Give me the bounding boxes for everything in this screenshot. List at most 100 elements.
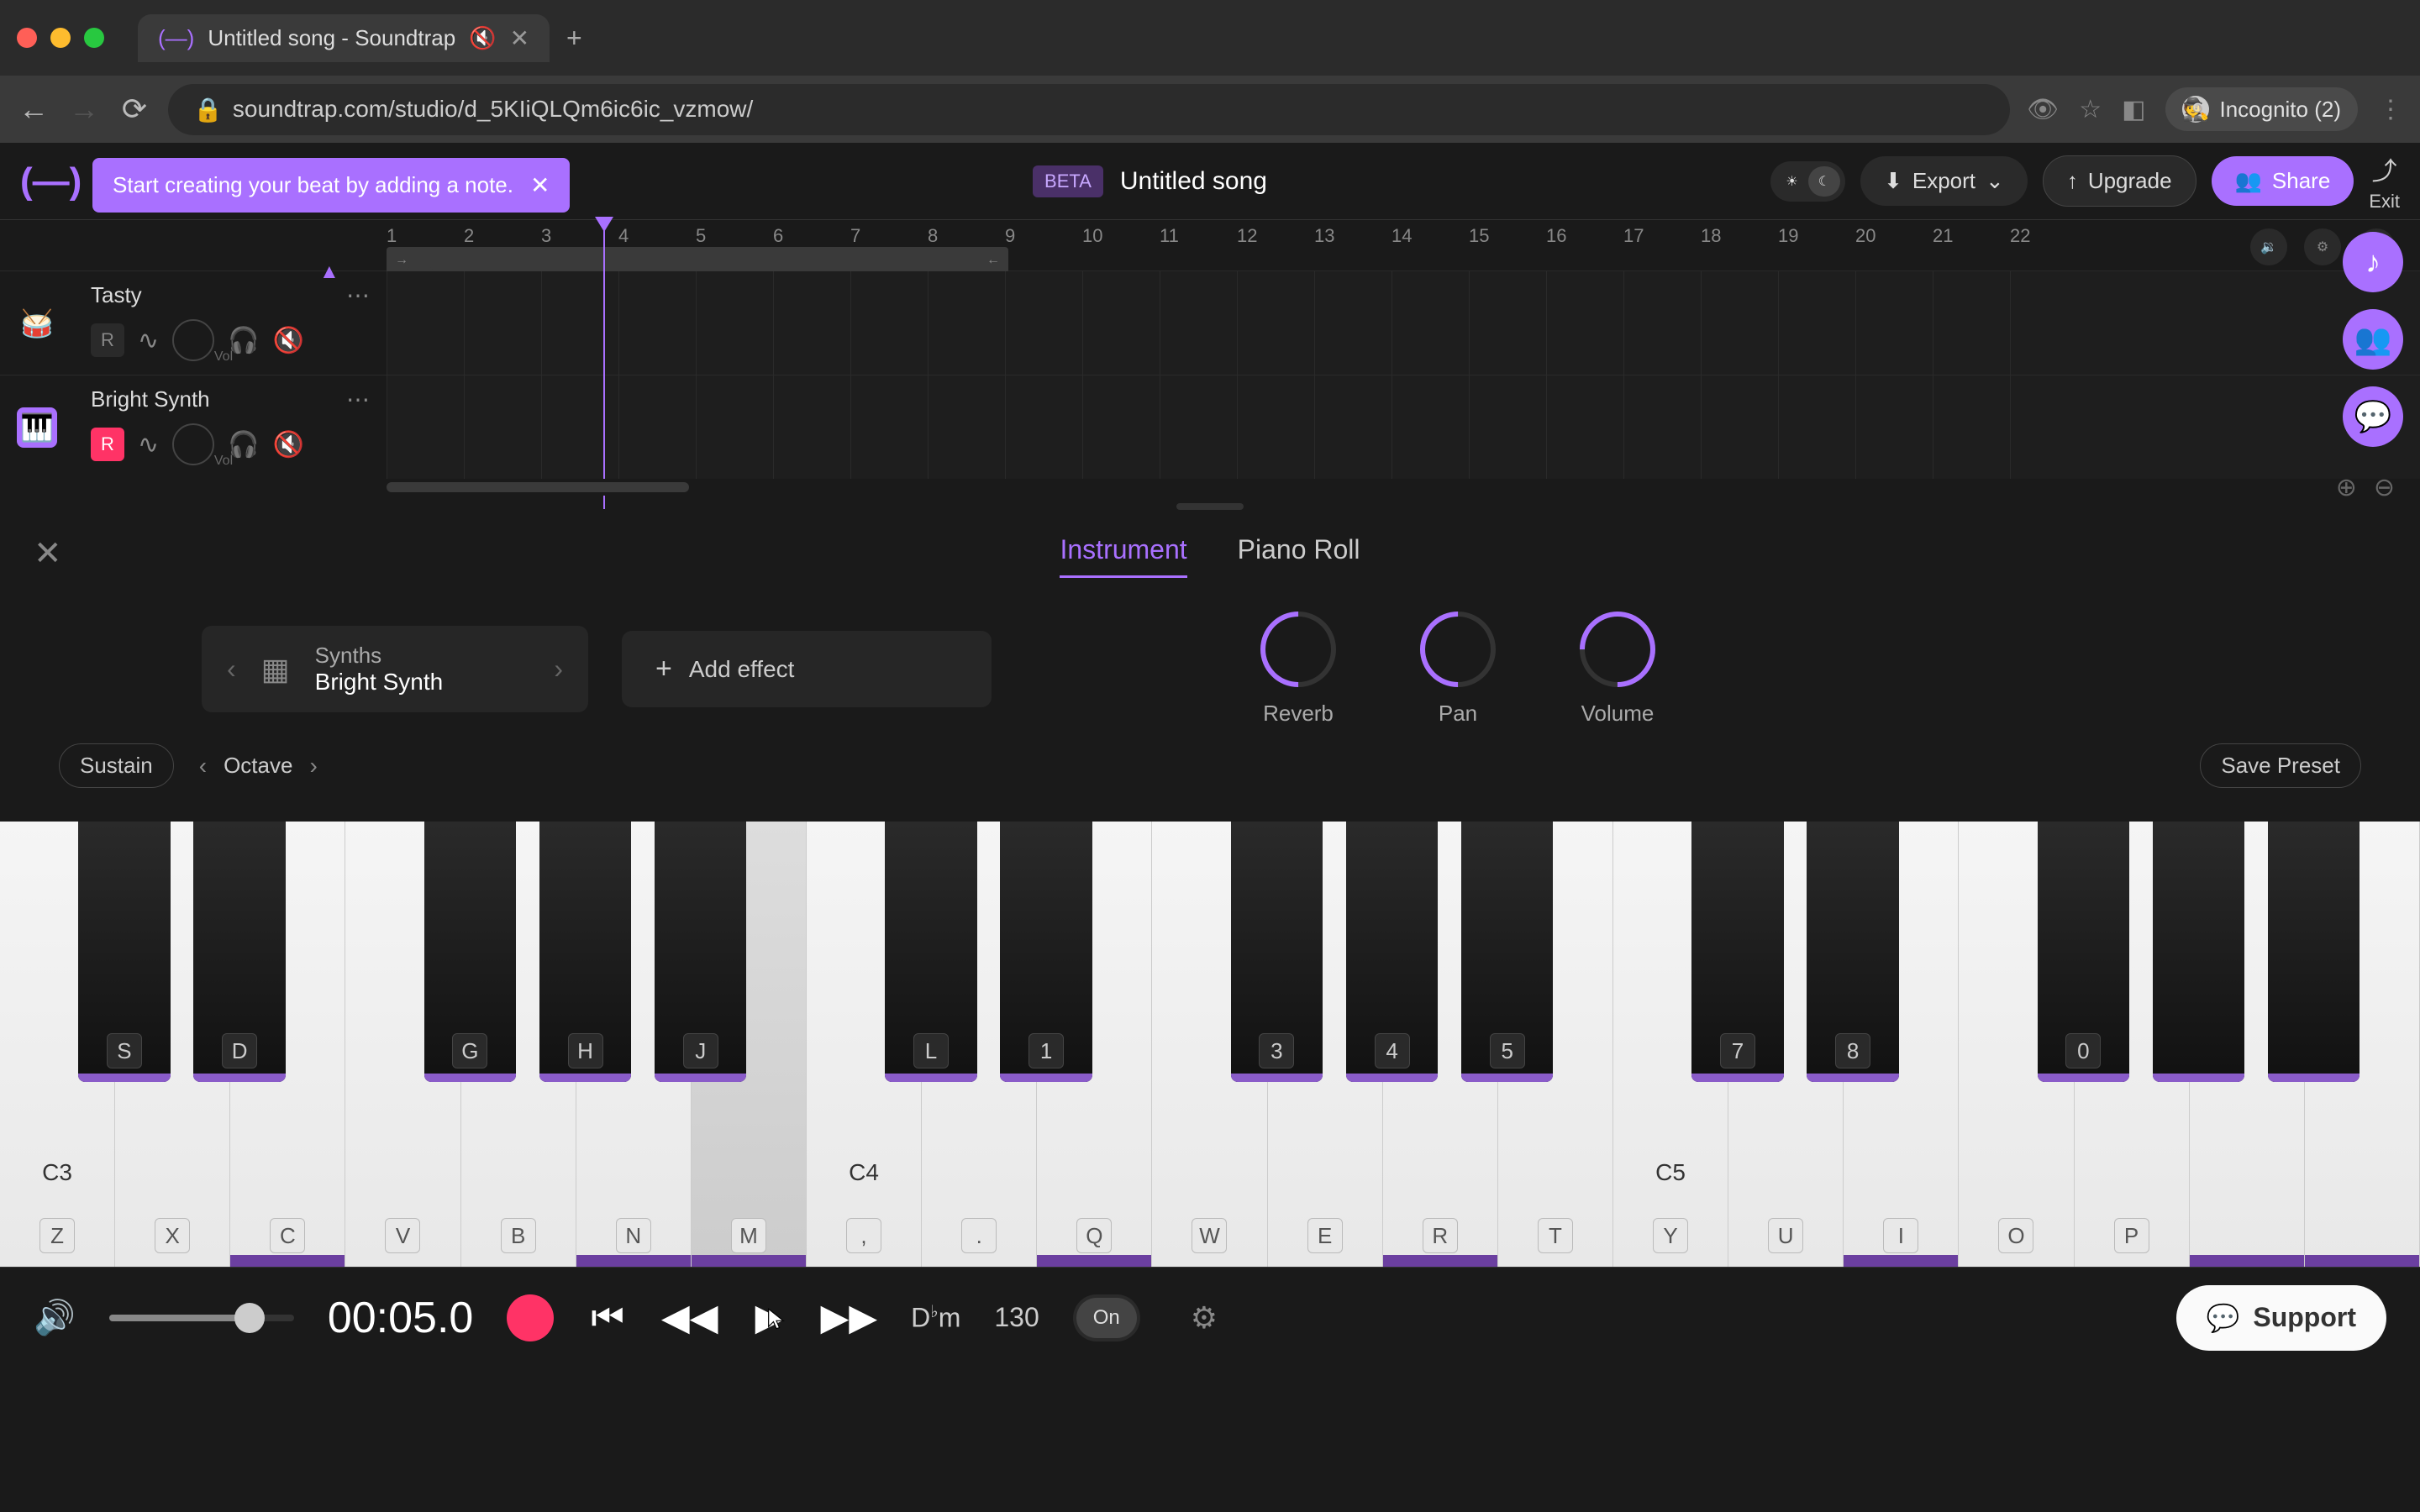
- share-button[interactable]: 👥 Share: [2212, 156, 2354, 206]
- track-record-button[interactable]: R: [91, 428, 124, 461]
- metronome-toggle[interactable]: On: [1073, 1294, 1140, 1341]
- preset-prev-button[interactable]: ‹: [227, 654, 236, 685]
- rewind-button[interactable]: ◀◀: [661, 1296, 718, 1339]
- track-lane[interactable]: [387, 271, 2420, 375]
- black-key[interactable]: J: [655, 822, 746, 1082]
- black-key[interactable]: 8: [1807, 822, 1898, 1082]
- chat-button[interactable]: 💬: [2343, 386, 2403, 447]
- track-mute-icon[interactable]: 🔇: [273, 326, 304, 355]
- incognito-badge[interactable]: 🕵 Incognito (2): [2165, 87, 2358, 131]
- library-button[interactable]: ♪: [2343, 232, 2403, 292]
- track-automation-icon[interactable]: ∿: [138, 326, 159, 355]
- forward-button[interactable]: →: [67, 92, 101, 127]
- timeline-scrollbar[interactable]: ⊕ ⊖: [0, 479, 2420, 496]
- black-key[interactable]: G: [424, 822, 516, 1082]
- maximize-window-button[interactable]: [84, 28, 104, 48]
- track-menu-button[interactable]: ⋯: [346, 386, 370, 413]
- track-lane[interactable]: [387, 375, 2420, 479]
- black-key[interactable]: 3: [1231, 822, 1323, 1082]
- black-key[interactable]: S: [78, 822, 170, 1082]
- black-key[interactable]: 7: [1691, 822, 1783, 1082]
- black-key[interactable]: D: [193, 822, 285, 1082]
- key-signature[interactable]: D♭m: [911, 1301, 960, 1334]
- black-key[interactable]: 0: [2038, 822, 2129, 1082]
- skip-start-button[interactable]: ⏮: [591, 1297, 624, 1339]
- browser-menu-icon[interactable]: ⋮: [2378, 95, 2403, 124]
- transport-settings-icon[interactable]: ⚙: [1191, 1300, 1218, 1336]
- zoom-in-button[interactable]: ⊕: [2336, 473, 2357, 502]
- ruler-mark: 12: [1237, 225, 1257, 247]
- octave-down-button[interactable]: ‹: [199, 753, 207, 780]
- tab-instrument[interactable]: Instrument: [1060, 534, 1186, 578]
- track-name[interactable]: Tasty: [91, 282, 142, 308]
- track-automation-icon[interactable]: ∿: [138, 430, 159, 459]
- tempo-display[interactable]: 130: [994, 1302, 1039, 1333]
- tooltip-close-button[interactable]: ✕: [530, 171, 550, 199]
- save-preset-button[interactable]: Save Preset: [2200, 743, 2361, 788]
- loop-region[interactable]: → ←: [387, 247, 1008, 274]
- track-name[interactable]: Bright Synth: [91, 386, 210, 412]
- black-key[interactable]: [2153, 822, 2244, 1082]
- time-display[interactable]: 00:05.0: [328, 1293, 474, 1343]
- theme-toggle[interactable]: ☀ ☾: [1770, 161, 1845, 202]
- timeline-volume-icon[interactable]: 🔉: [2250, 228, 2287, 265]
- song-title[interactable]: Untitled song: [1120, 167, 1267, 196]
- tab-mute-icon[interactable]: 🔇: [469, 25, 496, 51]
- key-highlight: [1037, 1255, 1151, 1267]
- fast-forward-button[interactable]: ▶▶: [820, 1296, 877, 1339]
- black-key[interactable]: 5: [1461, 822, 1553, 1082]
- panel-resize-handle[interactable]: [0, 496, 2420, 517]
- track-type-icon[interactable]: 🥁: [0, 271, 74, 375]
- playhead[interactable]: [603, 220, 605, 509]
- black-key[interactable]: 1: [1000, 822, 1092, 1082]
- black-key[interactable]: [2268, 822, 2360, 1082]
- reverb-knob[interactable]: [1260, 612, 1336, 687]
- bookmark-icon[interactable]: ☆: [2079, 95, 2102, 124]
- pan-knob[interactable]: [1420, 612, 1496, 687]
- track-volume-knob[interactable]: Vol: [172, 319, 214, 361]
- close-panel-button[interactable]: ✕: [34, 534, 62, 573]
- master-volume-slider[interactable]: [109, 1315, 294, 1321]
- timeline-settings-icon[interactable]: ⚙: [2304, 228, 2341, 265]
- loop-start-handle[interactable]: →: [395, 253, 408, 268]
- tab-piano-roll[interactable]: Piano Roll: [1238, 534, 1360, 578]
- tab-close-button[interactable]: ✕: [510, 24, 529, 52]
- scrollbar-thumb[interactable]: [387, 482, 689, 492]
- sustain-button[interactable]: Sustain: [59, 743, 174, 788]
- zoom-out-button[interactable]: ⊖: [2374, 473, 2395, 502]
- support-button[interactable]: 💬 Support: [2176, 1285, 2386, 1351]
- key-highlight: [1383, 1255, 1497, 1267]
- record-button[interactable]: [507, 1294, 554, 1341]
- export-button[interactable]: ⬇ Export ⌄: [1860, 156, 2028, 206]
- track-volume-knob[interactable]: Vol: [172, 423, 214, 465]
- master-volume-icon[interactable]: 🔊: [34, 1298, 76, 1337]
- new-tab-button[interactable]: +: [566, 23, 582, 54]
- black-key[interactable]: 4: [1346, 822, 1438, 1082]
- black-key[interactable]: L: [885, 822, 976, 1082]
- add-effect-button[interactable]: + Add effect: [622, 631, 992, 707]
- eye-icon[interactable]: 👁: [2027, 95, 2059, 124]
- volume-knob[interactable]: [1580, 612, 1655, 687]
- octave-up-button[interactable]: ›: [309, 753, 317, 780]
- collaborators-button[interactable]: 👥: [2343, 309, 2403, 370]
- browser-tab[interactable]: (—) Untitled song - Soundtrap 🔇 ✕: [138, 14, 550, 62]
- close-window-button[interactable]: [17, 28, 37, 48]
- exit-button[interactable]: ⤴ Exit: [2369, 150, 2400, 213]
- play-button[interactable]: ▶: [755, 1296, 784, 1339]
- track-mute-icon[interactable]: 🔇: [273, 430, 304, 459]
- loop-end-handle[interactable]: ←: [986, 253, 1000, 268]
- track-menu-button[interactable]: ⋯: [346, 281, 370, 309]
- reload-button[interactable]: ⟳: [118, 92, 151, 127]
- extension-icon[interactable]: ◧: [2122, 95, 2145, 124]
- track-type-icon[interactable]: 🎹: [0, 375, 74, 479]
- download-icon: ⬇: [1884, 168, 1902, 194]
- black-key[interactable]: H: [539, 822, 631, 1082]
- back-button[interactable]: ←: [17, 92, 50, 127]
- address-bar[interactable]: 🔒 soundtrap.com/studio/d_5KIiQLQm6ic6ic_…: [168, 84, 2010, 135]
- app-logo[interactable]: (—): [20, 160, 82, 202]
- preset-next-button[interactable]: ›: [554, 654, 563, 685]
- preset-selector[interactable]: ‹ ▦ Synths Bright Synth ›: [202, 626, 588, 712]
- upgrade-button[interactable]: ↑ Upgrade: [2043, 155, 2196, 207]
- track-record-button[interactable]: R: [91, 323, 124, 357]
- minimize-window-button[interactable]: [50, 28, 71, 48]
